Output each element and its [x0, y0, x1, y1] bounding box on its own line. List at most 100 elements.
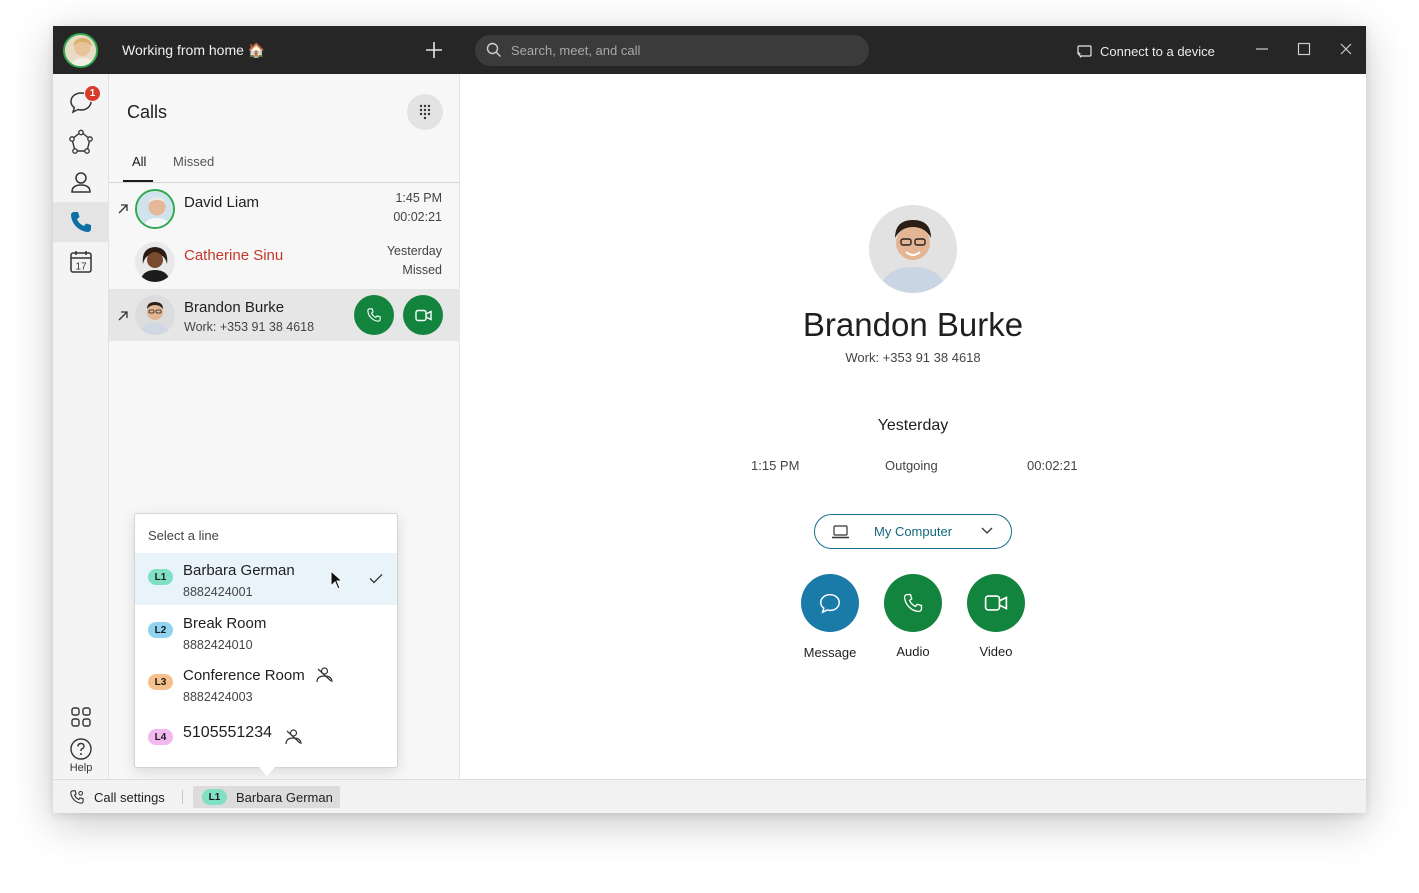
- contact-name-heading: Brandon Burke: [802, 306, 1024, 343]
- line-option[interactable]: L4 5105551234: [135, 710, 397, 762]
- chat-bubble-icon: [820, 593, 840, 614]
- audio-call-button[interactable]: [884, 574, 942, 632]
- rail-item-calling[interactable]: [53, 202, 109, 242]
- laptop-icon: [832, 525, 849, 539]
- teams-icon: [69, 129, 93, 154]
- row-video-call-button[interactable]: [403, 295, 443, 335]
- title-bar: Working from home 🏠 Search, meet, and ca…: [53, 26, 1366, 74]
- close-icon[interactable]: [1337, 40, 1355, 58]
- line-option[interactable]: L3 Conference Room 8882424003: [135, 658, 397, 710]
- maximize-icon[interactable]: [1295, 40, 1313, 58]
- unread-badge: 1: [84, 85, 101, 102]
- connect-device-label: Connect to a device: [1100, 43, 1215, 59]
- divider: [182, 790, 183, 804]
- row-audio-call-button[interactable]: [354, 295, 394, 335]
- line-number: 8882424001: [183, 585, 253, 599]
- video-camera-icon: [984, 595, 1008, 611]
- call-day: Yesterday: [877, 417, 949, 434]
- outgoing-arrow-icon: [118, 204, 128, 214]
- call-settings-icon[interactable]: [69, 789, 85, 805]
- status-message[interactable]: Working from home 🏠: [122, 42, 265, 59]
- message-action[interactable]: Message: [800, 574, 860, 660]
- rail-item-teams[interactable]: [53, 122, 109, 162]
- call-duration: 00:02:21: [393, 210, 442, 224]
- message-label: Message: [803, 645, 857, 660]
- line-name: 5105551234: [183, 724, 272, 741]
- call-time: Yesterday: [386, 244, 442, 258]
- video-action[interactable]: Video: [966, 574, 1026, 659]
- call-detail-pane: Brandon Burke Work: +353 91 38 4618 Yest…: [460, 74, 1366, 779]
- connect-device-button[interactable]: Connect to a device: [1077, 42, 1215, 60]
- line-name: Break Room: [183, 615, 267, 632]
- search-bar[interactable]: Search, meet, and call: [475, 35, 869, 66]
- device-label: My Computer: [874, 524, 953, 539]
- call-status: Missed: [402, 263, 442, 277]
- select-line-popup: Select a line L1 Barbara German 88824240…: [134, 513, 398, 768]
- search-placeholder: Search, meet, and call: [511, 43, 641, 58]
- shared-line-icon: [316, 667, 333, 683]
- line-tag: L4: [148, 729, 173, 745]
- video-call-button[interactable]: [967, 574, 1025, 632]
- active-line-name: Barbara German: [236, 790, 333, 805]
- line-number: 8882424010: [183, 638, 253, 652]
- audio-action[interactable]: Audio: [883, 574, 943, 659]
- video-camera-icon: [414, 309, 432, 321]
- popup-title: Select a line: [148, 528, 219, 543]
- avatar: [135, 189, 175, 229]
- active-line-selector[interactable]: L1 Barbara German: [193, 786, 340, 808]
- phone-icon: [367, 308, 381, 322]
- video-label: Video: [979, 644, 1013, 659]
- call-settings-button[interactable]: Call settings: [94, 790, 165, 805]
- call-row[interactable]: Catherine Sinu Yesterday Missed: [109, 237, 460, 289]
- rail-item-contacts[interactable]: [53, 162, 109, 202]
- rail-item-messaging[interactable]: 1: [53, 82, 109, 122]
- tabs-divider: [109, 182, 460, 183]
- popup-arrow: [259, 767, 275, 776]
- phone-icon: [903, 593, 923, 613]
- calendar-icon: 17: [70, 251, 92, 273]
- message-button[interactable]: [801, 574, 859, 632]
- user-avatar[interactable]: [63, 33, 98, 68]
- call-time: 1:15 PM: [751, 458, 800, 473]
- line-tag: L2: [148, 622, 173, 638]
- dialpad-button[interactable]: [407, 94, 443, 130]
- phone-icon: [71, 212, 91, 232]
- mouse-cursor-icon: [330, 570, 344, 590]
- checkmark-icon: [369, 574, 383, 584]
- help-icon: [70, 738, 92, 760]
- new-item-plus-icon[interactable]: [422, 38, 446, 62]
- svg-text:17: 17: [75, 262, 87, 273]
- tab-all[interactable]: All: [132, 154, 146, 169]
- minimize-icon[interactable]: [1253, 40, 1271, 58]
- apps-grid-icon: [71, 707, 91, 727]
- cast-icon: [1077, 44, 1092, 58]
- tab-missed[interactable]: Missed: [173, 154, 214, 169]
- app-window: Working from home 🏠 Search, meet, and ca…: [53, 26, 1366, 813]
- avatar: [135, 242, 175, 282]
- call-direction: Outgoing: [885, 458, 938, 473]
- device-select[interactable]: My Computer: [814, 514, 1012, 549]
- search-icon: [486, 42, 501, 57]
- line-tag: L1: [202, 789, 227, 805]
- bottom-bar: Call settings L1 Barbara German: [53, 779, 1366, 813]
- dialpad-icon: [419, 104, 431, 120]
- calls-title: Calls: [127, 102, 168, 122]
- line-option[interactable]: L2 Break Room 8882424010: [135, 606, 397, 658]
- contact-name: David Liam: [184, 194, 260, 211]
- line-option[interactable]: L1 Barbara German 8882424001: [135, 553, 397, 605]
- call-row[interactable]: Brandon Burke Work: +353 91 38 4618: [109, 289, 460, 341]
- call-duration: 00:02:21: [1027, 458, 1078, 473]
- navigation-rail: 1 17 Help: [53, 74, 109, 779]
- rail-item-calendar[interactable]: 17: [53, 242, 109, 282]
- contact-number: Work: +353 91 38 4618: [184, 320, 315, 334]
- line-tag: L1: [148, 569, 173, 585]
- audio-label: Audio: [896, 644, 930, 659]
- call-row[interactable]: David Liam 1:45 PM 00:02:21: [109, 184, 460, 236]
- line-number: 8882424003: [183, 690, 253, 704]
- chevron-down-icon: [981, 527, 993, 534]
- outgoing-arrow-icon: [118, 311, 128, 321]
- person-icon: [71, 172, 91, 193]
- call-time: 1:45 PM: [395, 191, 442, 205]
- contact-name: Catherine Sinu: [184, 247, 284, 264]
- contact-name: Brandon Burke: [184, 299, 285, 316]
